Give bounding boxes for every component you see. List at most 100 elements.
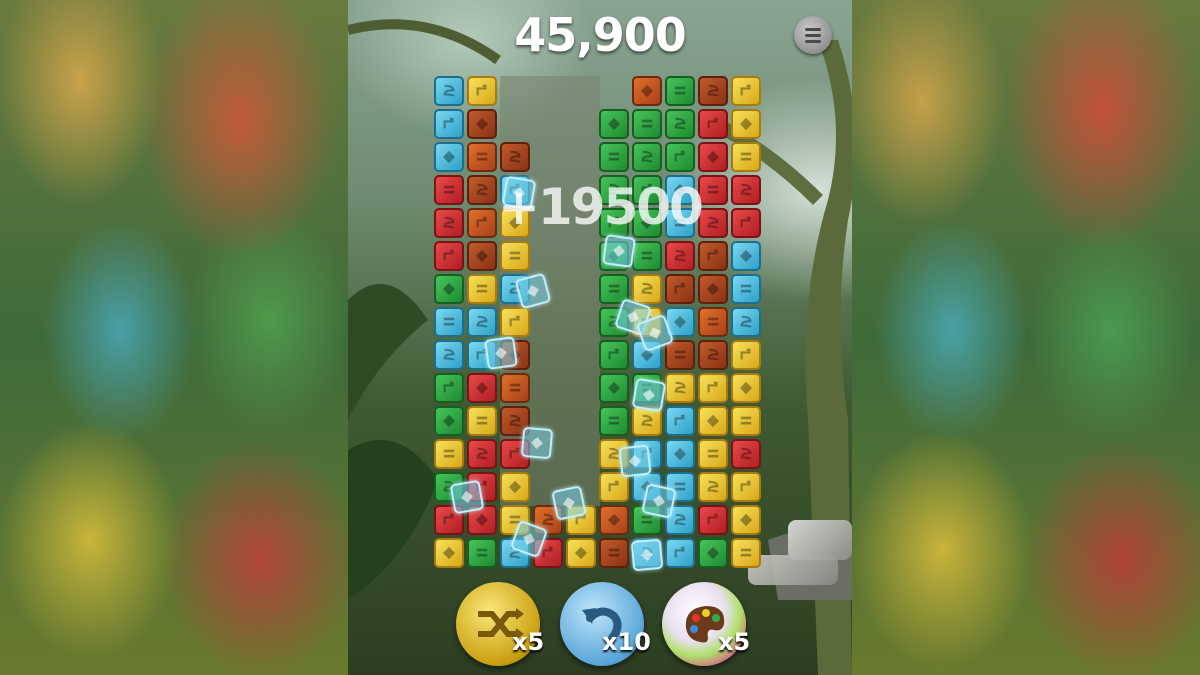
tile-blue[interactable] (434, 340, 464, 370)
tile-brown[interactable] (665, 274, 695, 304)
tile-green[interactable] (698, 538, 728, 568)
tile-blue[interactable] (731, 241, 761, 271)
menu-button[interactable] (794, 16, 832, 54)
tile-blue[interactable] (434, 76, 464, 106)
tile-green[interactable] (665, 76, 695, 106)
tile-red[interactable] (467, 439, 497, 469)
tile-orange[interactable] (467, 142, 497, 172)
tile-yellow[interactable] (731, 538, 761, 568)
tile-green[interactable] (599, 373, 629, 403)
bonus-score-popup: +19500 (498, 178, 704, 236)
tile-blue[interactable] (731, 307, 761, 337)
tile-blue[interactable] (434, 142, 464, 172)
tile-yellow[interactable] (698, 472, 728, 502)
tile-brown[interactable] (698, 340, 728, 370)
tile-yellow[interactable] (566, 538, 596, 568)
tile-red[interactable] (434, 175, 464, 205)
tile-yellow[interactable] (467, 76, 497, 106)
tile-yellow[interactable] (500, 307, 530, 337)
tile-blue[interactable] (665, 439, 695, 469)
tile-brown[interactable] (500, 142, 530, 172)
blurred-background-left (0, 0, 348, 675)
tile-blue[interactable] (467, 307, 497, 337)
tile-green[interactable] (665, 142, 695, 172)
tile-green[interactable] (434, 274, 464, 304)
tile-red[interactable] (698, 208, 728, 238)
tile-red[interactable] (467, 373, 497, 403)
tile-red[interactable] (698, 109, 728, 139)
tile-green[interactable] (632, 142, 662, 172)
tile-red[interactable] (698, 175, 728, 205)
tile-orange[interactable] (632, 76, 662, 106)
tile-brown[interactable] (698, 76, 728, 106)
tile-yellow[interactable] (500, 241, 530, 271)
tile-orange[interactable] (599, 505, 629, 535)
undo-count: x10 (602, 628, 651, 656)
tile-red[interactable] (698, 142, 728, 172)
palette-powerup-button[interactable]: x5 (662, 582, 750, 666)
score-display: 45,900 (514, 8, 687, 62)
shuffle-powerup-button[interactable]: x5 (456, 582, 544, 666)
tile-yellow[interactable] (698, 439, 728, 469)
tile-yellow[interactable] (731, 505, 761, 535)
tile-ice-floating (641, 483, 677, 519)
tile-yellow[interactable] (731, 76, 761, 106)
tile-ice-floating (449, 479, 485, 515)
tile-yellow[interactable] (500, 472, 530, 502)
game-screen: 45,900 +19500 x5 x10 x5 (348, 0, 852, 675)
undo-powerup-button[interactable]: x10 (560, 582, 651, 666)
tile-yellow[interactable] (731, 373, 761, 403)
tile-orange[interactable] (467, 208, 497, 238)
tile-green[interactable] (434, 373, 464, 403)
tile-green[interactable] (665, 109, 695, 139)
tile-yellow[interactable] (731, 109, 761, 139)
tile-yellow[interactable] (731, 406, 761, 436)
tile-green[interactable] (467, 538, 497, 568)
tile-ice-floating (484, 336, 518, 370)
tile-red[interactable] (731, 208, 761, 238)
tile-orange[interactable] (698, 307, 728, 337)
tile-yellow[interactable] (698, 373, 728, 403)
tile-yellow[interactable] (434, 538, 464, 568)
tile-yellow[interactable] (731, 340, 761, 370)
tile-brown[interactable] (467, 175, 497, 205)
tile-brown[interactable] (599, 538, 629, 568)
palette-count: x5 (718, 628, 751, 656)
tile-brown[interactable] (698, 274, 728, 304)
tile-blue[interactable] (665, 406, 695, 436)
tile-brown[interactable] (698, 241, 728, 271)
tile-ice-floating (602, 234, 636, 268)
tile-yellow[interactable] (467, 274, 497, 304)
tile-yellow[interactable] (467, 406, 497, 436)
tile-green[interactable] (434, 406, 464, 436)
tile-green[interactable] (599, 406, 629, 436)
tile-red[interactable] (434, 208, 464, 238)
stone-ruin (788, 520, 852, 560)
tile-yellow[interactable] (731, 472, 761, 502)
tile-brown[interactable] (467, 241, 497, 271)
tile-red[interactable] (434, 241, 464, 271)
tile-red[interactable] (731, 175, 761, 205)
tile-brown[interactable] (467, 109, 497, 139)
tile-orange[interactable] (500, 373, 530, 403)
tile-green[interactable] (632, 109, 662, 139)
tile-blue[interactable] (434, 307, 464, 337)
tile-green[interactable] (599, 340, 629, 370)
tile-green[interactable] (599, 109, 629, 139)
tile-yellow[interactable] (731, 142, 761, 172)
tile-red[interactable] (698, 505, 728, 535)
tile-yellow[interactable] (434, 439, 464, 469)
tile-yellow[interactable] (665, 373, 695, 403)
puzzle-board[interactable] (434, 76, 766, 574)
tile-blue[interactable] (434, 109, 464, 139)
tile-green[interactable] (632, 241, 662, 271)
tile-blue[interactable] (731, 274, 761, 304)
tile-red[interactable] (665, 241, 695, 271)
tile-yellow[interactable] (632, 274, 662, 304)
tile-green[interactable] (599, 142, 629, 172)
tile-brown[interactable] (665, 340, 695, 370)
tile-red[interactable] (731, 439, 761, 469)
tile-blue[interactable] (665, 538, 695, 568)
tile-yellow[interactable] (698, 406, 728, 436)
shuffle-count: x5 (512, 628, 545, 656)
